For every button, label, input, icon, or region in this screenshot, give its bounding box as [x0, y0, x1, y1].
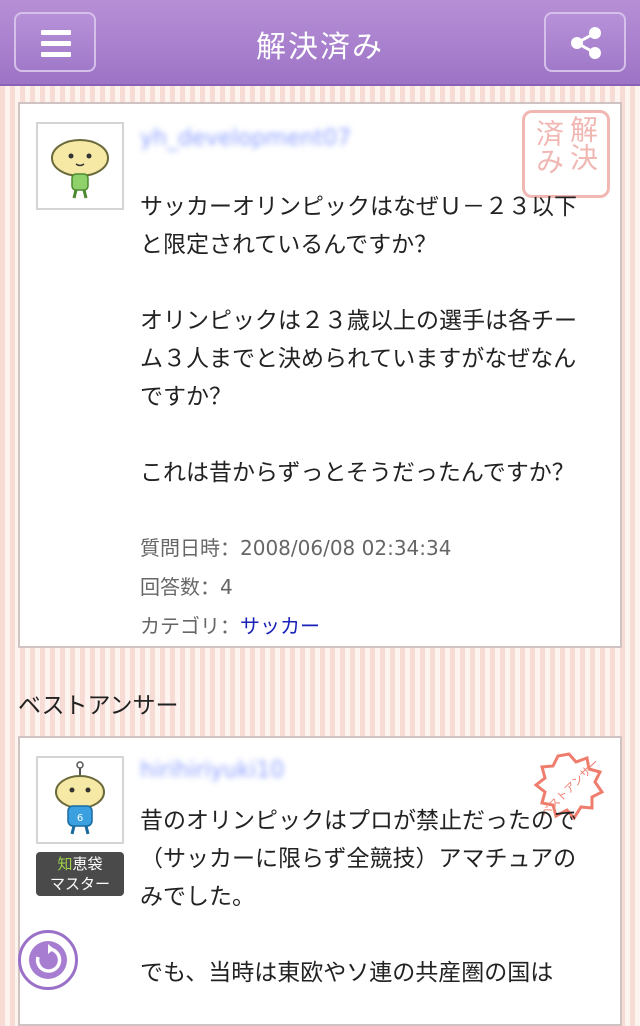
- date-label: 質問日時：: [140, 536, 240, 560]
- best-answer-heading: ベストアンサー: [18, 693, 179, 719]
- category-label: カテゴリ：: [140, 614, 240, 638]
- mascot-avatar-icon: [51, 139, 109, 199]
- badge-line1: 知恵袋: [36, 854, 124, 874]
- avatar[interactable]: 6: [36, 756, 124, 844]
- date-value: 2008/06/08 02:34:34: [240, 536, 452, 560]
- mascot-avatar-icon: 6: [55, 761, 105, 835]
- question-username[interactable]: yh_development07: [140, 126, 351, 151]
- question-date: 質問日時：2008/06/08 02:34:34: [140, 532, 451, 561]
- share-button[interactable]: [544, 12, 626, 72]
- solved-stamp-text-2: 済み: [532, 119, 565, 175]
- badge-line2: マスター: [49, 875, 110, 893]
- answers-label: 回答数：: [140, 575, 220, 599]
- answer-body: 昔のオリンピックはプロが禁止だったので（サッカーに限らず全競技）アマチュアのみで…: [140, 808, 577, 986]
- answers-value: 4: [220, 575, 233, 599]
- answer-username[interactable]: hirihiriyuki10: [140, 758, 284, 783]
- avatar-number: 6: [77, 813, 83, 824]
- refresh-icon: [29, 941, 67, 979]
- share-icon: [571, 27, 601, 59]
- solved-stamp-text-1: 解決: [566, 115, 599, 171]
- question-body: サッカーオリンピックはなぜＵ－２３以下と限定されているんですか？ オリンピックは…: [140, 194, 577, 486]
- chiebukuro-master-badge: 知恵袋 マスター: [36, 852, 124, 896]
- question-category: カテゴリ：サッカー: [140, 610, 320, 639]
- badge-rest: 恵袋: [72, 855, 103, 873]
- avatar[interactable]: [36, 122, 124, 210]
- question-card: yh_development07 解決 済み サッカーオリンピックはなぜＵ－２３…: [18, 102, 622, 648]
- category-link[interactable]: サッカー: [240, 614, 320, 638]
- refresh-button[interactable]: [18, 930, 78, 990]
- best-answer-card: 6 知恵袋 マスター hirihiriyuki10 ベストアンサー 昔のオリンピ…: [18, 736, 622, 1026]
- app-header: 解決済み: [0, 0, 640, 86]
- solved-stamp-icon: 解決 済み: [522, 110, 610, 198]
- answer-count: 回答数：4: [140, 571, 233, 600]
- badge-accent: 知: [57, 855, 73, 873]
